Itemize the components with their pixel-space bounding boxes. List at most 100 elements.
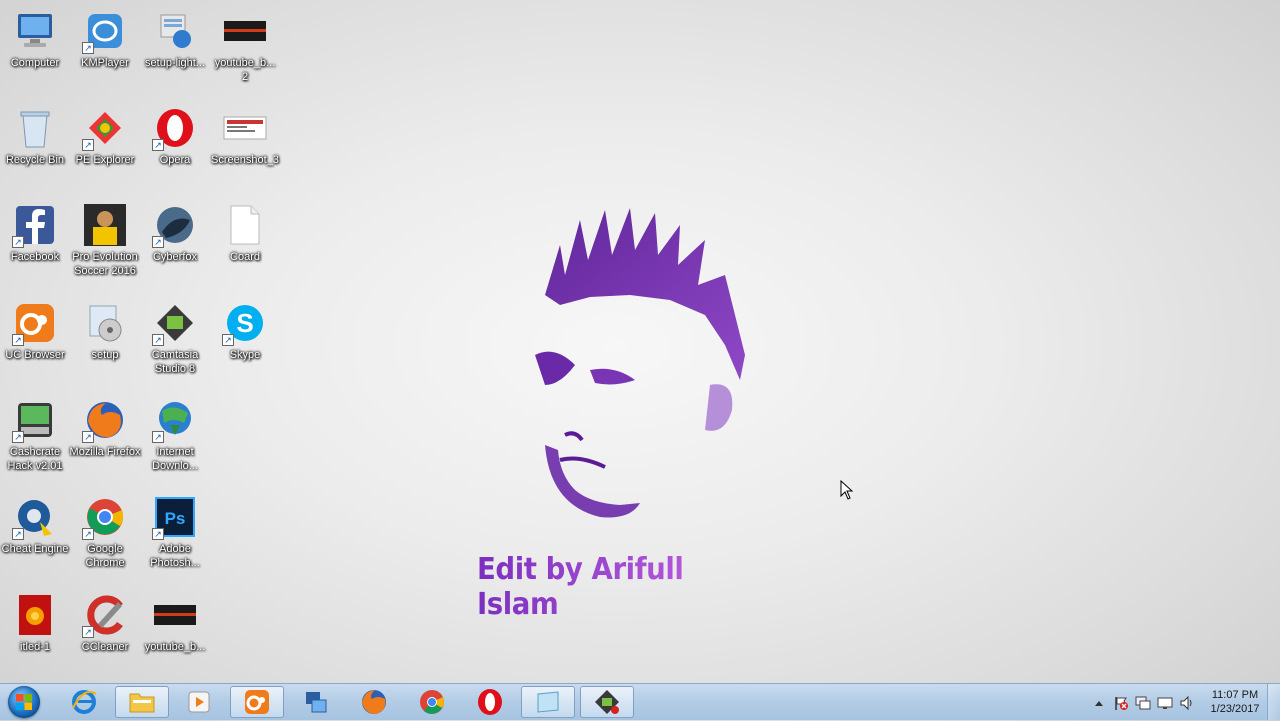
desktop-icon-coard[interactable]: Coard <box>209 202 281 265</box>
taskbar-notepad[interactable] <box>521 686 575 718</box>
file-explorer-icon <box>129 693 155 713</box>
desktop-icon-setup-light[interactable]: setup-light... <box>139 8 211 71</box>
pes-icon <box>82 202 128 248</box>
blank-file-icon <box>222 202 268 248</box>
desktop-icon-skype[interactable]: S ↗ Skype <box>209 300 281 363</box>
desktop-icon-idm[interactable]: ↗ Internet Downlo... <box>139 397 211 473</box>
image-file-icon <box>222 105 268 151</box>
desktop-icon-screenshot-3[interactable]: Screenshot_3 <box>209 105 281 168</box>
chrome-icon <box>420 690 444 714</box>
icon-label: Cheat Engine <box>1 543 69 555</box>
taskbar-file-explorer[interactable] <box>115 686 169 718</box>
volume-icon[interactable] <box>1179 695 1195 711</box>
clock-date: 1/23/2017 <box>1210 703 1260 715</box>
media-player-icon <box>188 691 210 713</box>
shortcut-arrow-icon: ↗ <box>152 528 164 540</box>
shortcut-arrow-icon: ↗ <box>12 431 24 443</box>
show-desktop-button[interactable] <box>1267 684 1280 720</box>
taskbar-media-player[interactable] <box>172 686 226 718</box>
desktop-icon-kmplayer[interactable]: ↗ KMPlayer <box>69 8 141 71</box>
icon-label: UC Browser <box>5 349 65 361</box>
icon-label: Recycle Bin <box>5 154 65 166</box>
icon-label: youtube_b... <box>144 641 206 653</box>
shortcut-arrow-icon: ↗ <box>152 431 164 443</box>
mouse-cursor-icon <box>840 480 854 500</box>
clock-time: 11:07 PM <box>1211 689 1259 701</box>
desktop-icon-cheat-engine[interactable]: ↗ Cheat Engine <box>0 494 71 557</box>
shortcut-arrow-icon: ↗ <box>222 334 234 346</box>
taskbar: 11:07 PM 1/23/2017 <box>0 683 1280 720</box>
shortcut-arrow-icon: ↗ <box>82 528 94 540</box>
desktop-icon-facebook[interactable]: ↗ Facebook <box>0 202 71 265</box>
icon-label: Pro Evolution Soccer 2016 <box>72 251 138 277</box>
shortcut-arrow-icon: ↗ <box>152 139 164 151</box>
network-tool-icon <box>306 692 327 713</box>
taskbar-camtasia[interactable] <box>580 686 634 718</box>
desktop-icon-ccleaner[interactable]: ↗ CCleaner <box>69 592 141 655</box>
start-button[interactable] <box>4 685 44 719</box>
desktop-icon-photoshop[interactable]: Ps ↗ Adobe Photosh... <box>139 494 211 570</box>
recycle-bin-icon <box>12 105 58 151</box>
windows-logo-icon <box>8 686 40 718</box>
display-icon[interactable] <box>1157 695 1173 711</box>
icon-label: itled-1 <box>20 641 50 653</box>
camtasia-icon: ↗ <box>152 300 198 346</box>
icon-label: CCleaner <box>81 641 129 653</box>
uc-browser-icon <box>245 690 269 714</box>
desktop-icon-firefox[interactable]: ↗ Mozilla Firefox <box>69 397 141 460</box>
icon-label: Camtasia Studio 8 <box>151 349 199 375</box>
icon-label: Cashcrate Hack v2.01 <box>7 446 63 472</box>
computer-icon <box>12 8 58 54</box>
icon-label: KMPlayer <box>81 57 129 69</box>
taskbar-network-tool[interactable] <box>289 686 343 718</box>
desktop-icon-cashcrate[interactable]: ↗ Cashcrate Hack v2.01 <box>0 397 71 473</box>
desktop-icon-pes-2016[interactable]: Pro Evolution Soccer 2016 <box>69 202 141 278</box>
firefox-icon: ↗ <box>82 397 128 443</box>
opera-icon <box>478 689 502 715</box>
desktop-icon-pe-explorer[interactable]: ↗ PE Explorer <box>69 105 141 168</box>
shortcut-arrow-icon: ↗ <box>82 139 94 151</box>
shortcut-arrow-icon: ↗ <box>12 528 24 540</box>
photoshop-icon: Ps ↗ <box>152 494 198 540</box>
icon-label: Screenshot_3 <box>211 154 279 166</box>
desktop-icon-recycle-bin[interactable]: Recycle Bin <box>0 105 71 168</box>
firefox-icon <box>362 690 386 715</box>
desktop-icon-itled-1[interactable]: itled-1 <box>0 592 71 655</box>
uc-browser-icon: ↗ <box>12 300 58 346</box>
desktop-icon-chrome[interactable]: ↗ Google Chrome <box>69 494 141 570</box>
desktop-icon-computer[interactable]: Computer <box>0 8 71 71</box>
taskbar-uc-browser[interactable] <box>230 686 284 718</box>
taskbar-firefox[interactable] <box>347 686 401 718</box>
desktop[interactable]: Edit by Arifull Islam Computer ↗ KMPlaye… <box>0 0 1280 683</box>
desktop-icon-camtasia[interactable]: ↗ Camtasia Studio 8 <box>139 300 211 376</box>
desktop-icon-opera[interactable]: ↗ Opera <box>139 105 211 168</box>
taskbar-clock[interactable]: 11:07 PM 1/23/2017 <box>1200 688 1270 716</box>
taskbar-chrome[interactable] <box>405 686 459 718</box>
notepad-icon <box>537 691 559 713</box>
desktop-icon-youtube-b[interactable]: youtube_b... <box>139 592 211 655</box>
taskbar-internet-explorer[interactable] <box>57 686 111 718</box>
icon-label: PE Explorer <box>75 154 135 166</box>
taskbar-opera[interactable] <box>463 686 517 718</box>
cyberfox-icon: ↗ <box>152 202 198 248</box>
icon-label: Google Chrome <box>85 543 125 569</box>
show-hidden-icons-arrow[interactable] <box>1091 695 1107 711</box>
kmplayer-icon: ↗ <box>82 8 128 54</box>
icon-label: Skype <box>229 349 261 361</box>
image-file-icon <box>152 592 198 638</box>
desktop-icon-uc-browser[interactable]: ↗ UC Browser <box>0 300 71 363</box>
wallpaper-caption: Edit by Arifull Islam <box>477 552 735 622</box>
shortcut-arrow-icon: ↗ <box>152 334 164 346</box>
desktop-icon-youtube-b-2[interactable]: youtube_b... 2 <box>209 8 281 84</box>
icon-label: Opera <box>159 154 191 166</box>
shortcut-arrow-icon: ↗ <box>152 236 164 248</box>
network-icon[interactable] <box>1135 695 1151 711</box>
svg-text:Ps: Ps <box>165 509 186 528</box>
desktop-icon-setup[interactable]: setup <box>69 300 141 363</box>
shortcut-arrow-icon: ↗ <box>82 626 94 638</box>
shortcut-arrow-icon: ↗ <box>12 334 24 346</box>
action-center-flag-icon[interactable] <box>1113 695 1129 711</box>
icon-label: Computer <box>10 57 60 69</box>
facebook-icon: ↗ <box>12 202 58 248</box>
desktop-icon-cyberfox[interactable]: ↗ Cyberfox <box>139 202 211 265</box>
